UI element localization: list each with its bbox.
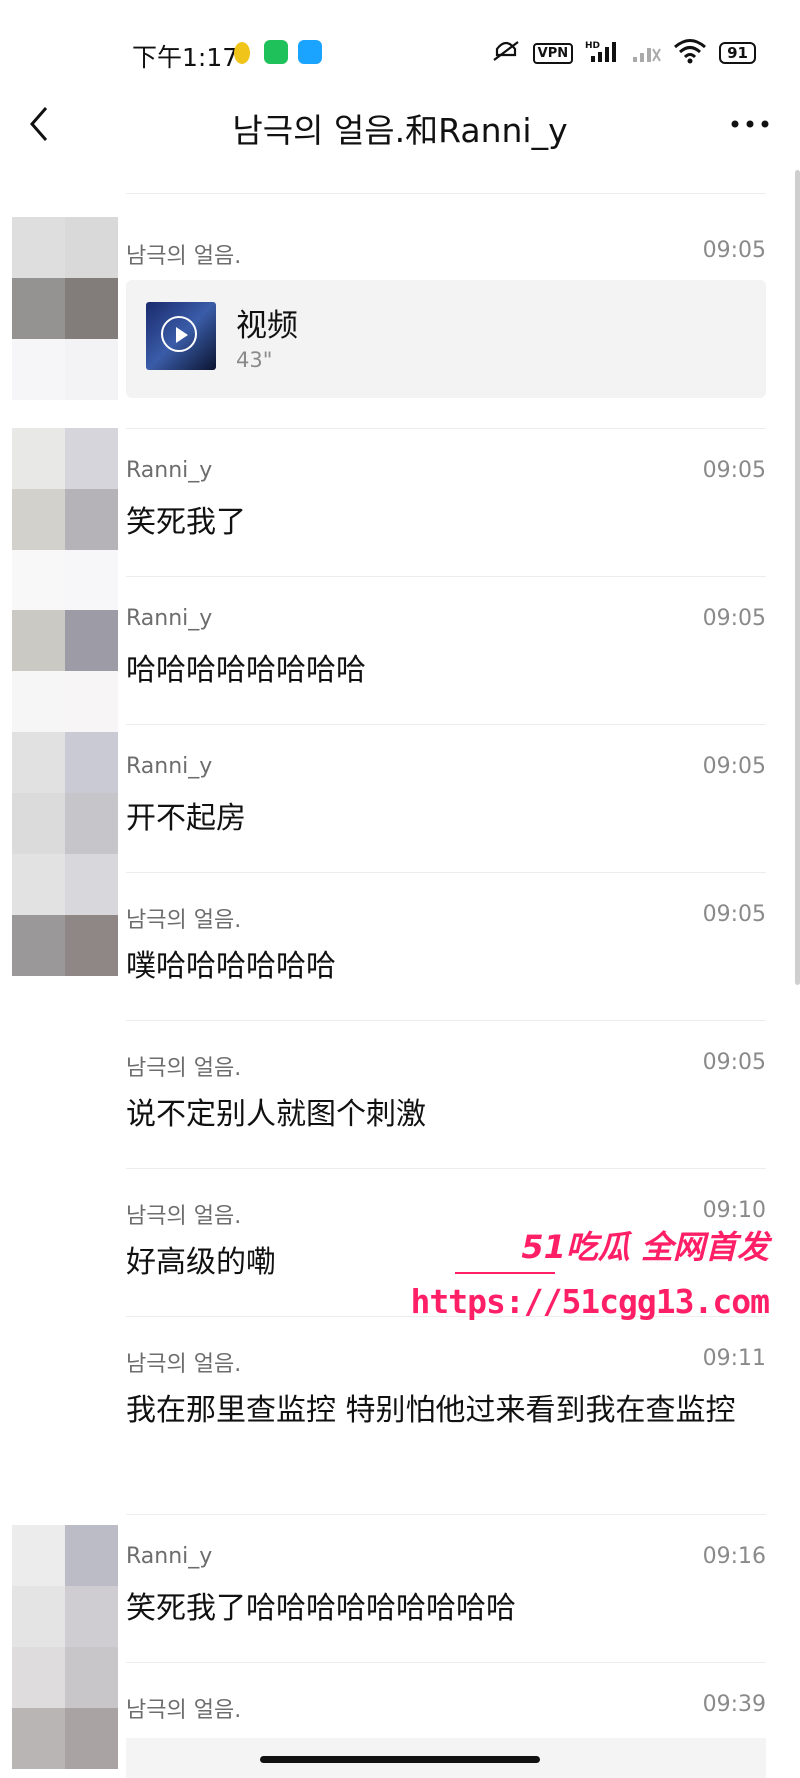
watermark-brand: 51吃瓜 全网首发 [521, 1228, 769, 1266]
avatar[interactable] [12, 217, 118, 400]
watermark-line [455, 1272, 555, 1274]
message-item[interactable]: Ranni_y 09:05 笑死我了 [126, 458, 766, 568]
video-message-card[interactable]: 视频 43" [126, 280, 766, 398]
mute-icon [491, 39, 521, 67]
message-time: 09:16 [702, 1544, 766, 1569]
message-item[interactable]: Ranni_y 09:05 哈哈哈哈哈哈哈哈 [126, 606, 766, 716]
status-bar: 下午1:17 VPN HD 91 [0, 0, 800, 100]
sender-name: Ranni_y [126, 754, 213, 779]
chevron-left-icon [30, 107, 48, 141]
sender-name: 남극의 얼음. [126, 908, 242, 933]
message-text: 噗哈哈哈哈哈哈 [126, 949, 336, 984]
status-time: 下午1:17 [132, 43, 239, 72]
message-icon [298, 40, 322, 64]
message-text: 笑死我了哈哈哈哈哈哈哈哈哈 [126, 1591, 516, 1626]
message-text: 我在那里查监控 特别怕他过来看到我在查监控 [126, 1393, 736, 1428]
watermark: 51吃瓜 全网首发 https://51cgg13.com [411, 1222, 770, 1332]
divider [126, 1168, 766, 1169]
message-item[interactable]: 남극의 얼음. 09:39 [126, 1692, 766, 1732]
chat-header: 남극의 얼음.和Ranni_y [0, 100, 800, 180]
divider [126, 1020, 766, 1021]
cellular-signal-2-icon [631, 39, 661, 67]
message-time: 09:05 [702, 238, 766, 263]
message-time: 09:05 [702, 458, 766, 483]
sender-name: Ranni_y [126, 1544, 213, 1569]
avatar[interactable] [12, 610, 118, 732]
avatar[interactable] [12, 1525, 118, 1769]
message-time: 09:05 [702, 754, 766, 779]
avatar[interactable] [12, 732, 118, 976]
back-button[interactable] [22, 100, 78, 170]
message-time: 09:05 [702, 902, 766, 927]
divider [126, 193, 766, 194]
message-text: 说不定别人就图个刺激 [126, 1097, 426, 1132]
divider [126, 428, 766, 429]
sender-name: Ranni_y [126, 458, 213, 483]
sender-name: 남극의 얼음. [126, 1204, 242, 1229]
divider [126, 724, 766, 725]
sender-name: 남극의 얼음. [126, 1056, 242, 1081]
sender-name: 남극의 얼음. [126, 1352, 242, 1377]
message-header: 남극의 얼음. 09:05 [126, 238, 766, 278]
video-duration: 43" [236, 348, 273, 372]
sender-name: Ranni_y [126, 606, 213, 631]
message-time: 09:05 [702, 1050, 766, 1075]
message-item[interactable]: 남극의 얼음. 09:05 说不定别人就图个刺激 [126, 1050, 766, 1160]
message-time: 09:39 [702, 1692, 766, 1717]
wechat-icon [264, 40, 288, 64]
message-text: 笑死我了 [126, 505, 246, 540]
play-icon [161, 316, 197, 352]
divider [126, 1662, 766, 1663]
watermark-url: https://51cgg13.com [410, 1282, 770, 1321]
home-indicator[interactable] [260, 1756, 540, 1763]
message-text: 开不起房 [126, 801, 246, 836]
message-item[interactable]: Ranni_y 09:05 开不起房 [126, 754, 766, 864]
video-thumbnail [146, 302, 216, 370]
divider [126, 1514, 766, 1515]
battery-indicator: 91 [719, 42, 756, 64]
video-title: 视频 [236, 308, 298, 344]
divider [126, 872, 766, 873]
message-item[interactable]: Ranni_y 09:16 笑死我了哈哈哈哈哈哈哈哈哈 [126, 1544, 766, 1654]
avatar[interactable] [12, 428, 118, 611]
vpn-badge: VPN [532, 42, 574, 64]
status-icons: VPN HD 91 [491, 38, 756, 68]
message-time: 09:10 [702, 1198, 766, 1223]
message-time: 09:11 [702, 1346, 766, 1371]
more-options-button[interactable] [720, 102, 780, 162]
sender-name: 남극의 얼음. [126, 1698, 242, 1723]
message-item[interactable]: 남극의 얼음. 09:05 噗哈哈哈哈哈哈 [126, 902, 766, 1012]
wifi-icon [673, 38, 707, 68]
chat-title: 남극의 얼음.和Ranni_y [232, 111, 568, 150]
sender-name: 남극의 얼음. [126, 244, 242, 269]
more-dots-icon [731, 120, 769, 128]
message-item[interactable]: 남극의 얼음. 09:11 我在那里查监控 特别怕他过来看到我在查监控 [126, 1346, 766, 1506]
qq-icon [234, 42, 250, 64]
scrollbar[interactable] [795, 170, 800, 985]
divider [126, 576, 766, 577]
svg-text:HD: HD [585, 41, 600, 51]
message-text: 哈哈哈哈哈哈哈哈 [126, 653, 366, 688]
message-time: 09:05 [702, 606, 766, 631]
cellular-signal-icon: HD [585, 39, 619, 67]
